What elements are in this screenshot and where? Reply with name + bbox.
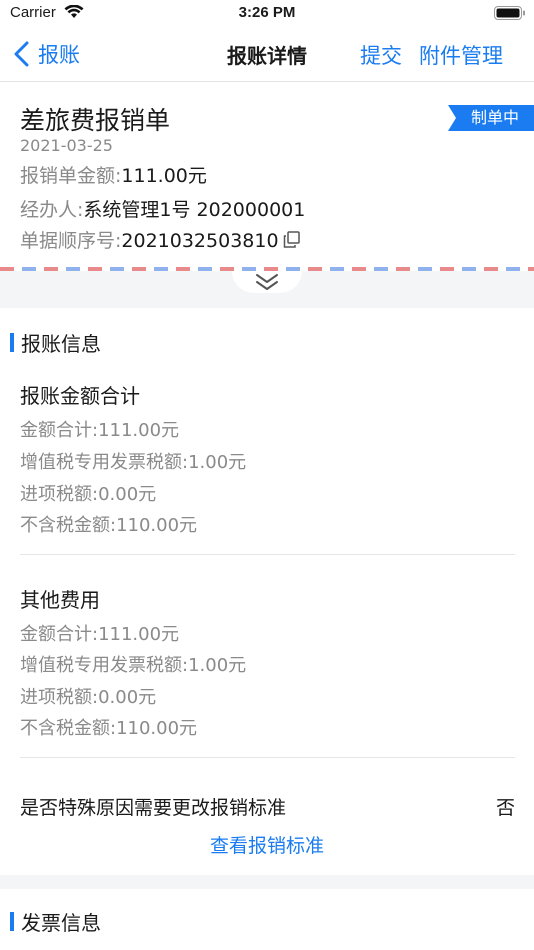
submit-button[interactable]: 提交 <box>360 40 402 70</box>
special-reason-answer: 否 <box>495 797 515 819</box>
special-reason-question: 是否特殊原因需要更改报销标准 <box>20 797 287 819</box>
tax-exclusive-amount: 不含税金额:110.00元 <box>20 718 198 739</box>
divider <box>20 757 515 758</box>
document-title: 差旅费报销单 <box>20 106 171 135</box>
battery-icon <box>494 6 525 20</box>
group-title: 其他费用 <box>20 588 100 612</box>
input-tax: 进项税额:0.00元 <box>20 484 157 505</box>
clock: 3:26 PM <box>238 4 296 21</box>
vat-invoice-tax: 增值税专用发票税额:1.00元 <box>20 452 247 473</box>
navigation-bar: 报账 报账详情 提交 附件管理 <box>0 28 534 82</box>
section-accent-bar <box>10 333 14 352</box>
document-amount: 报销单金额:111.00元 <box>20 161 207 188</box>
status-bar: Carrier 3:26 PM <box>0 0 534 28</box>
handler-value: 系统管理1号 202000001 <box>83 199 306 221</box>
section-accent-bar <box>10 912 14 931</box>
document-handler: 经办人:系统管理1号 202000001 <box>20 195 305 222</box>
amount-label: 报销单金额: <box>20 165 122 187</box>
amount-value: 111.00元 <box>121 165 207 187</box>
document-serial: 单据顺序号:2021032503810 <box>20 226 300 253</box>
handler-label: 经办人: <box>20 199 84 221</box>
view-standard-link[interactable]: 查看报销标准 <box>0 831 534 858</box>
section-reimbursement-info: 报账信息 <box>10 328 101 357</box>
vat-invoice-tax: 增值税专用发票税额:1.00元 <box>20 655 247 676</box>
total-amount: 金额合计:111.00元 <box>20 624 180 645</box>
section-title: 报账信息 <box>21 332 101 356</box>
double-chevron-down-icon[interactable] <box>255 273 279 291</box>
expand-band <box>0 271 534 308</box>
group-title: 报账金额合计 <box>20 384 140 408</box>
document-date: 2021-03-25 <box>20 136 113 155</box>
serial-value: 2021032503810 <box>121 230 279 252</box>
section-title: 发票信息 <box>21 911 101 935</box>
tax-exclusive-amount: 不含税金额:110.00元 <box>20 515 198 536</box>
document-header: 差旅费报销单 制单中 2021-03-25 报销单金额:111.00元 经办人:… <box>0 83 534 271</box>
section-invoice-info: 发票信息 <box>10 907 101 936</box>
serial-label: 单据顺序号: <box>20 230 122 252</box>
input-tax: 进项税额:0.00元 <box>20 687 157 708</box>
status-badge: 制单中 <box>448 105 534 131</box>
attachment-management-button[interactable]: 附件管理 <box>419 40 503 70</box>
divider <box>20 554 515 555</box>
total-amount: 金额合计:111.00元 <box>20 420 180 441</box>
special-reason-row: 是否特殊原因需要更改报销标准 否 <box>20 793 515 820</box>
section-gap <box>0 875 534 889</box>
copy-icon[interactable] <box>283 231 300 248</box>
